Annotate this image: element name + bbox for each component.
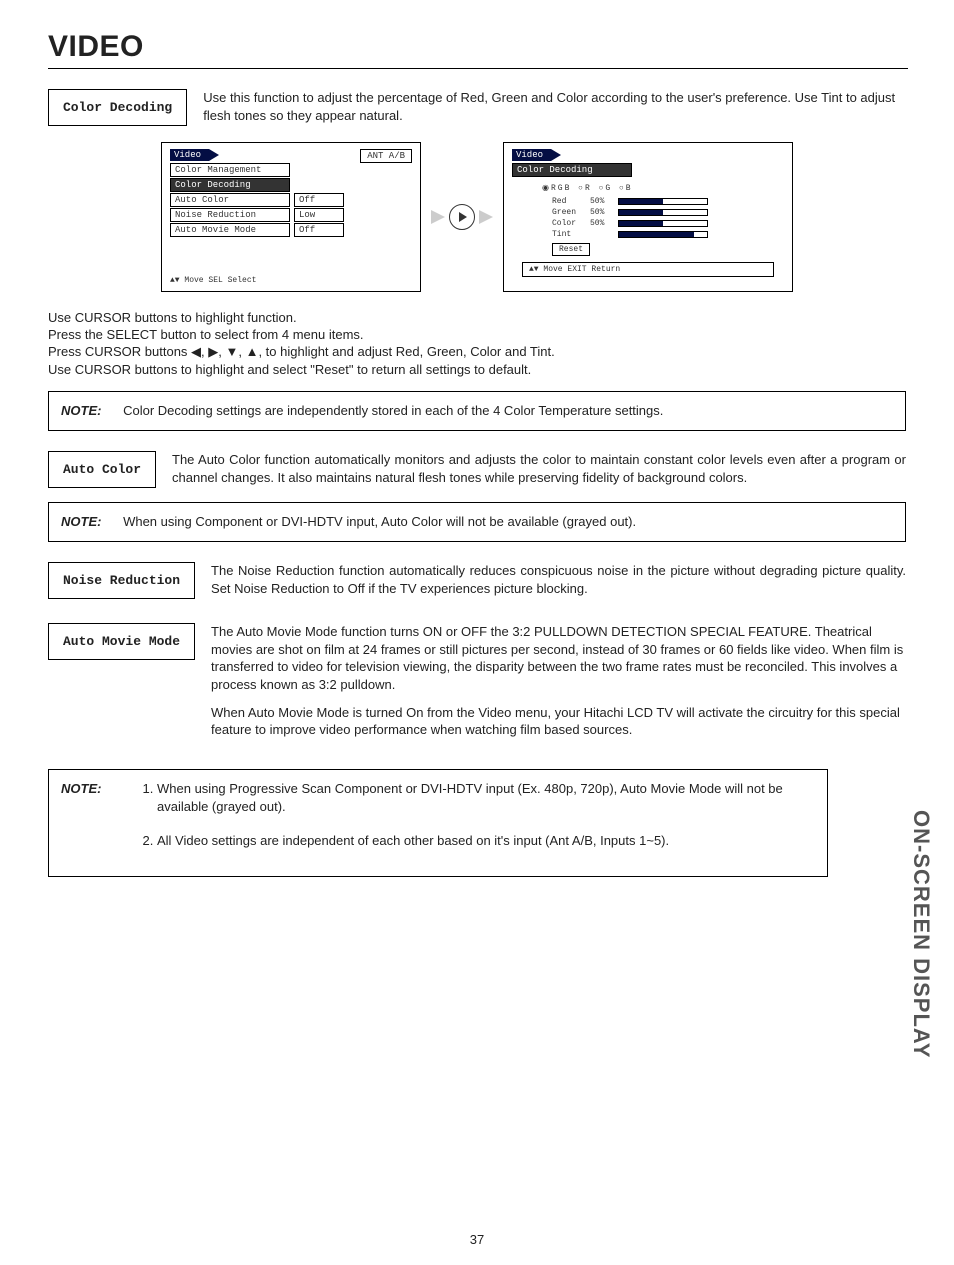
page-number: 37 xyxy=(470,1232,484,1247)
osd2-slider: Red50% xyxy=(552,197,774,206)
osd2-footer: ▲▼ Move EXIT Return xyxy=(522,262,774,277)
arrow-icon xyxy=(431,210,445,224)
osd-row: Video ANT A/B Color Management Color Dec… xyxy=(48,142,906,292)
osd1-item: Auto Color xyxy=(170,193,290,207)
note-box-3: NOTE: When using Progressive Scan Compon… xyxy=(48,769,828,878)
osd1-val: Off xyxy=(294,223,344,237)
osd1-item: Color Management xyxy=(170,163,290,177)
osd2-slider: Tint xyxy=(552,230,774,239)
color-decoding-label: Color Decoding xyxy=(48,89,187,126)
osd1-item-selected: Color Decoding xyxy=(170,178,290,192)
osd-panel-2: Video Color Decoding ◉RGB ○R ○G ○B Red50… xyxy=(503,142,793,292)
osd2-slider: Green50% xyxy=(552,208,774,217)
auto-color-desc: The Auto Color function automatically mo… xyxy=(172,451,906,486)
osd2-slider: Color50% xyxy=(552,219,774,228)
auto-color-label: Auto Color xyxy=(48,451,156,488)
note-text: When using Component or DVI-HDTV input, … xyxy=(123,514,636,529)
instruction-line: Press the SELECT button to select from 4… xyxy=(48,327,906,342)
page-title: VIDEO xyxy=(48,30,908,69)
osd1-item: Auto Movie Mode xyxy=(170,223,290,237)
play-button-icon xyxy=(449,204,475,230)
osd1-val: Off xyxy=(294,193,344,207)
arrow-separator xyxy=(431,204,493,230)
note-label: NOTE: xyxy=(61,403,101,418)
note3-item-2: All Video settings are independent of ea… xyxy=(157,832,815,850)
osd2-title: Video xyxy=(512,149,551,161)
osd1-title: Video xyxy=(170,149,209,161)
note-box-2: NOTE: When using Component or DVI-HDTV i… xyxy=(48,502,906,542)
auto-movie-label: Auto Movie Mode xyxy=(48,623,195,660)
auto-movie-desc: The Auto Movie Mode function turns ON or… xyxy=(211,623,906,738)
osd1-antab: ANT A/B xyxy=(360,149,412,163)
auto-movie-desc-p1: The Auto Movie Mode function turns ON or… xyxy=(211,623,906,693)
instructions: Use CURSOR buttons to highlight function… xyxy=(48,310,906,377)
sidebar-section-label: ON-SCREEN DISPLAY xyxy=(908,810,934,1058)
osd2-subtitle: Color Decoding xyxy=(512,163,632,177)
osd2-reset: Reset xyxy=(552,243,590,256)
osd1-item: Noise Reduction xyxy=(170,208,290,222)
osd1-val: Low xyxy=(294,208,344,222)
noise-reduction-label: Noise Reduction xyxy=(48,562,195,599)
note3-item-1: When using Progressive Scan Component or… xyxy=(157,780,815,816)
auto-movie-desc-p2: When Auto Movie Mode is turned On from t… xyxy=(211,704,906,739)
osd1-footer: ▲▼ Move SEL Select xyxy=(170,276,256,285)
instruction-line: Use CURSOR buttons to highlight and sele… xyxy=(48,362,906,377)
instruction-line: Press CURSOR buttons ◀, ▶, ▼, ▲, to high… xyxy=(48,344,906,360)
arrow-icon xyxy=(479,210,493,224)
note-text: Color Decoding settings are independentl… xyxy=(123,403,663,418)
note-box-1: NOTE: Color Decoding settings are indepe… xyxy=(48,391,906,431)
instruction-line: Use CURSOR buttons to highlight function… xyxy=(48,310,906,325)
noise-reduction-desc: The Noise Reduction function automatical… xyxy=(211,562,906,597)
note-label: NOTE: xyxy=(61,780,121,867)
osd-panel-1: Video ANT A/B Color Management Color Dec… xyxy=(161,142,421,292)
color-decoding-desc: Use this function to adjust the percenta… xyxy=(203,89,906,124)
osd2-radios: ◉RGB ○R ○G ○B xyxy=(542,183,774,193)
note-label: NOTE: xyxy=(61,514,101,529)
